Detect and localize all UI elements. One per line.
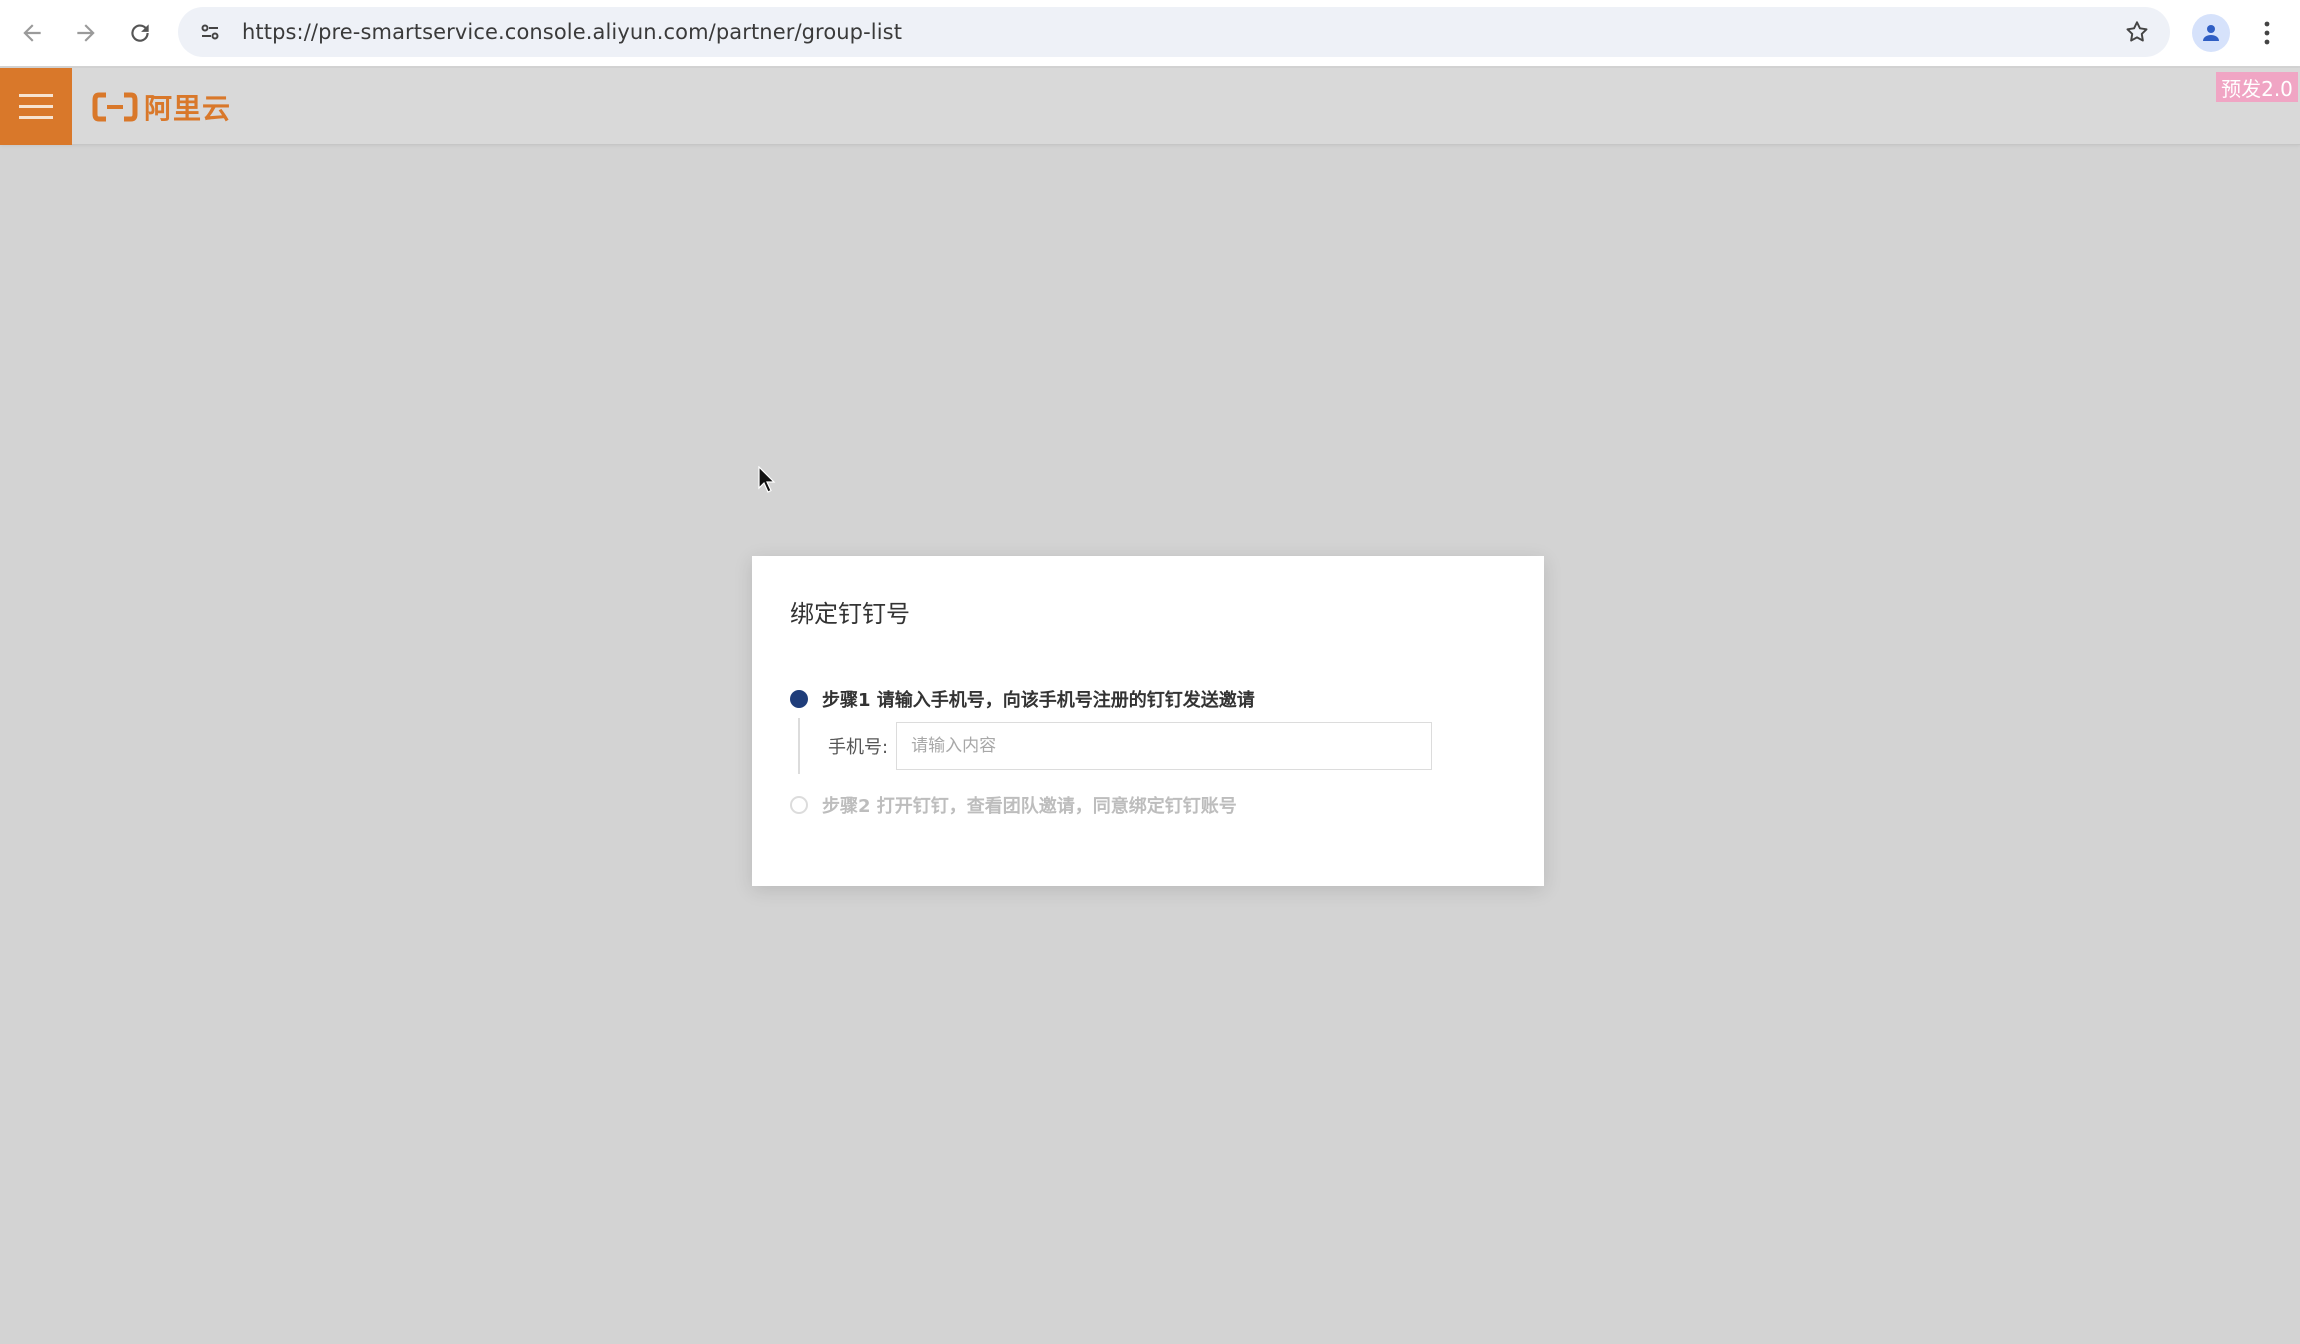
browser-toolbar: https://pre-smartservice.console.aliyun.… <box>0 0 2300 66</box>
step-2: 步骤2 打开钉钉，查看团队邀请，同意绑定钉钉账号 <box>790 792 1237 818</box>
forward-icon[interactable] <box>64 11 108 55</box>
address-bar[interactable]: https://pre-smartservice.console.aliyun.… <box>178 7 2170 57</box>
brand-text: 阿里云 <box>144 92 232 125</box>
reload-icon[interactable] <box>118 11 162 55</box>
step-1-text: 步骤1 请输入手机号，向该手机号注册的钉钉发送邀请 <box>822 690 1255 711</box>
site-settings-icon[interactable] <box>190 12 230 52</box>
hamburger-menu-icon[interactable] <box>0 68 72 145</box>
step-2-inactive-dot-icon <box>790 796 808 814</box>
env-badge: 预发2.0 <box>2216 72 2298 102</box>
step-connector-line <box>798 718 800 774</box>
bind-dingtalk-dialog: 绑定钉钉号 步骤1 请输入手机号，向该手机号注册的钉钉发送邀请 手机号: 步骤2… <box>752 556 1544 886</box>
aliyun-logo[interactable]: 阿里云 <box>92 90 232 125</box>
phone-row: 手机号: <box>828 722 1433 770</box>
dialog-title: 绑定钉钉号 <box>790 600 910 628</box>
mouse-cursor-icon <box>758 466 776 493</box>
step-2-text: 步骤2 打开钉钉，查看团队邀请，同意绑定钉钉账号 <box>822 796 1237 817</box>
more-vert-icon[interactable] <box>2250 14 2284 52</box>
bookmark-star-icon[interactable] <box>2120 15 2154 49</box>
step-1-active-dot-icon <box>790 690 808 708</box>
phone-label: 手机号: <box>828 737 889 758</box>
step-1: 步骤1 请输入手机号，向该手机号注册的钉钉发送邀请 <box>790 686 1255 712</box>
profile-icon[interactable] <box>2192 14 2230 52</box>
aliyun-logo-mark-icon <box>92 92 138 122</box>
url-text[interactable]: https://pre-smartservice.console.aliyun.… <box>242 20 902 44</box>
app-header: 阿里云 <box>0 68 2300 145</box>
back-icon[interactable] <box>10 11 54 55</box>
phone-input[interactable] <box>896 722 1433 770</box>
